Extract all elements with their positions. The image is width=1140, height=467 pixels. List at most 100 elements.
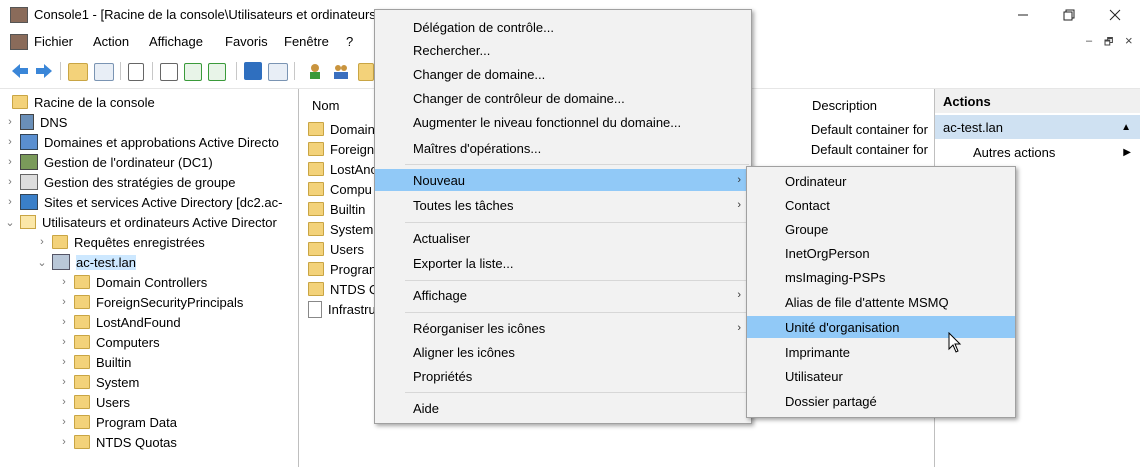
tree-item[interactable]: › Requêtes enregistrées: [0, 232, 298, 252]
menu-item-proprietes[interactable]: Propriétés: [375, 365, 751, 387]
tree-item[interactable]: › Sites et services Active Directory [dc…: [0, 192, 298, 212]
tree-item-label: Domaines et approbations Active Directo: [44, 134, 279, 150]
tree-item[interactable]: › System: [0, 372, 298, 392]
collapse-up-icon[interactable]: ▲: [1121, 122, 1131, 133]
chevron-right-icon[interactable]: ›: [58, 296, 70, 308]
tree-item[interactable]: › Gestion des stratégies de groupe: [0, 172, 298, 192]
submenu-item-utilisateur[interactable]: Utilisateur: [747, 365, 1015, 387]
tree-item[interactable]: › Users: [0, 392, 298, 412]
chevron-right-icon[interactable]: ›: [4, 116, 16, 128]
folder-icon: [74, 335, 90, 349]
tree-item-label: Gestion des stratégies de groupe: [44, 174, 236, 190]
forward-arrow-icon[interactable]: [34, 61, 54, 81]
restore-icon[interactable]: [1046, 0, 1092, 30]
tree-item[interactable]: Racine de la console: [0, 92, 298, 112]
menu-item-actualiser[interactable]: Actualiser: [375, 227, 751, 249]
menu-favoris[interactable]: Favoris: [225, 34, 268, 49]
folder-icon: [74, 415, 90, 429]
chevron-right-icon[interactable]: ›: [58, 396, 70, 408]
chevron-right-icon[interactable]: ›: [36, 236, 48, 248]
up-folder-icon[interactable]: [68, 63, 88, 81]
menu-item-label: Rechercher...: [413, 42, 491, 58]
show-tree-icon[interactable]: [94, 63, 114, 81]
folder-icon: [308, 142, 324, 156]
mouse-cursor-icon: [948, 331, 962, 354]
tree-item[interactable]: › Domain Controllers: [0, 272, 298, 292]
menu-separator: [405, 222, 749, 223]
column-header-name[interactable]: Nom: [312, 98, 339, 113]
chevron-right-icon[interactable]: ›: [58, 276, 70, 288]
refresh-icon[interactable]: [184, 63, 202, 81]
tree-item[interactable]: › Builtin: [0, 352, 298, 372]
menu-affichage[interactable]: Affichage: [149, 34, 203, 49]
back-arrow-icon[interactable]: [10, 61, 30, 81]
menu-item-nouveau[interactable]: Nouveau ›: [375, 169, 751, 191]
help-icon[interactable]: [244, 62, 262, 80]
chevron-right-icon[interactable]: ›: [4, 136, 16, 148]
tree-item[interactable]: › DNS: [0, 112, 298, 132]
menu-item-changer-domaine[interactable]: Changer de domaine...: [375, 63, 751, 85]
menu-fichier[interactable]: Fichier: [34, 34, 73, 49]
menu-fenetre[interactable]: Fenêtre: [284, 34, 329, 49]
chevron-down-icon[interactable]: ⌄: [4, 216, 16, 229]
menu-item-maitres-operations[interactable]: Maîtres d'opérations...: [375, 137, 751, 159]
menu-item-affichage[interactable]: Affichage ›: [375, 284, 751, 306]
submenu-item-dossier-partage[interactable]: Dossier partagé: [747, 390, 1015, 412]
submenu-item-groupe[interactable]: Groupe: [747, 218, 1015, 240]
submenu-item-contact[interactable]: Contact: [747, 194, 1015, 216]
new-ou-icon[interactable]: [358, 63, 374, 81]
menu-item-niveau-fonctionnel[interactable]: Augmenter le niveau fonctionnel du domai…: [375, 111, 751, 133]
submenu-item-imprimante[interactable]: Imprimante: [747, 341, 1015, 363]
menu-item-changer-controleur[interactable]: Changer de contrôleur de domaine...: [375, 87, 751, 109]
mdi-restore-icon[interactable]: 🗗: [1104, 35, 1113, 52]
chevron-right-icon[interactable]: ›: [4, 156, 16, 168]
tree-item[interactable]: › NTDS Quotas: [0, 432, 298, 452]
tree-item[interactable]: › Computers: [0, 332, 298, 352]
folder-icon: [74, 435, 90, 449]
actions-section-title[interactable]: ac-test.lan ▲: [935, 115, 1140, 139]
submenu-item-msmq-alias[interactable]: Alias de file d'attente MSMQ: [747, 291, 1015, 313]
more-actions-item[interactable]: Autres actions ▶: [935, 141, 1140, 163]
toolbar-separator: [120, 62, 121, 80]
tree-item[interactable]: › Domaines et approbations Active Direct…: [0, 132, 298, 152]
submenu-item-inetorgperson[interactable]: InetOrgPerson: [747, 242, 1015, 264]
tree-item-selected[interactable]: ⌄ ac-test.lan: [0, 252, 298, 272]
chevron-right-icon[interactable]: ›: [4, 176, 16, 188]
menu-action[interactable]: Action: [93, 34, 129, 49]
tree-item[interactable]: › ForeignSecurityPrincipals: [0, 292, 298, 312]
tree-item[interactable]: › Program Data: [0, 412, 298, 432]
menu-item-aide[interactable]: Aide: [375, 397, 751, 419]
mdi-close-icon[interactable]: ×: [1125, 33, 1133, 48]
column-header-description[interactable]: Description: [812, 98, 877, 113]
submenu-item-msimaging[interactable]: msImaging-PSPs: [747, 266, 1015, 288]
submenu-item-unite-organisation[interactable]: Unité d'organisation: [747, 316, 1015, 338]
chevron-right-icon[interactable]: ›: [58, 336, 70, 348]
tree-item[interactable]: › LostAndFound: [0, 312, 298, 332]
chevron-right-icon[interactable]: ›: [58, 376, 70, 388]
copy-icon[interactable]: [128, 63, 144, 81]
menu-item-toutes-taches[interactable]: Toutes les tâches ›: [375, 194, 751, 216]
menu-item-reorganiser[interactable]: Réorganiser les icônes ›: [375, 317, 751, 339]
menu-help[interactable]: ?: [346, 34, 353, 49]
new-group-icon[interactable]: [332, 62, 350, 80]
menu-item-delegation[interactable]: Délégation de contrôle...: [375, 16, 751, 38]
submenu-item-ordinateur[interactable]: Ordinateur: [747, 170, 1015, 192]
chevron-right-icon[interactable]: ›: [58, 436, 70, 448]
properties-icon[interactable]: [160, 63, 178, 81]
menu-item-exporter[interactable]: Exporter la liste...: [375, 252, 751, 274]
tree-item[interactable]: › Gestion de l'ordinateur (DC1): [0, 152, 298, 172]
chevron-right-icon[interactable]: ›: [58, 356, 70, 368]
close-icon[interactable]: [1092, 0, 1138, 30]
minimize-icon[interactable]: [1000, 0, 1046, 30]
chevron-down-icon[interactable]: ⌄: [36, 256, 48, 269]
chevron-right-icon[interactable]: ›: [4, 196, 16, 208]
action-pane-icon[interactable]: [268, 63, 288, 81]
export-icon[interactable]: [208, 63, 226, 81]
menu-item-rechercher[interactable]: Rechercher...: [375, 39, 751, 61]
menu-item-aligner[interactable]: Aligner les icônes: [375, 341, 751, 363]
new-user-icon[interactable]: [306, 62, 324, 80]
mdi-minimize-icon[interactable]: –: [1086, 35, 1092, 47]
chevron-right-icon[interactable]: ›: [58, 416, 70, 428]
tree-item[interactable]: ⌄ Utilisateurs et ordinateurs Active Dir…: [0, 212, 298, 232]
chevron-right-icon[interactable]: ›: [58, 316, 70, 328]
